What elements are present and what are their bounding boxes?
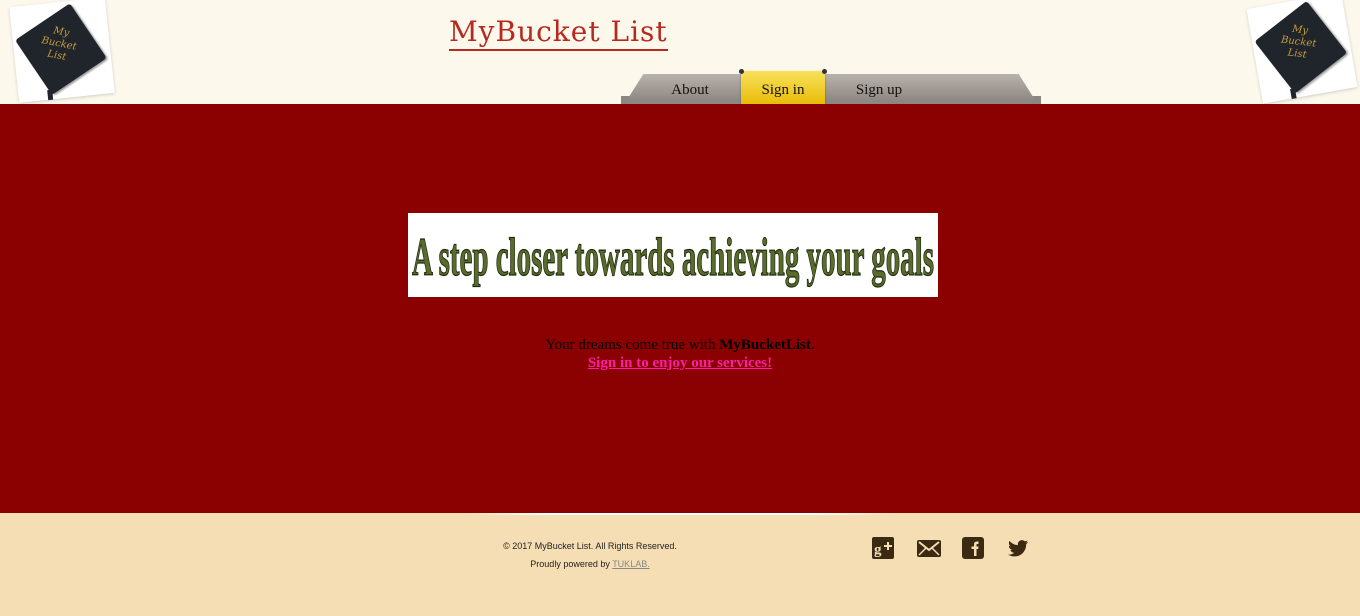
- mail-icon[interactable]: [917, 537, 941, 559]
- slogan-banner-art: A step closer towards achieving your goa…: [411, 226, 934, 287]
- notebook-cover: My Bucket List: [15, 3, 107, 95]
- tagline-brand: MyBucketList: [719, 337, 811, 353]
- nav-sign-in[interactable]: Sign in: [739, 69, 827, 107]
- nav-sign-up[interactable]: Sign up: [849, 75, 909, 105]
- hero-section: A step closer towards achieving your goa…: [0, 104, 1360, 513]
- twitter-icon[interactable]: [1007, 537, 1029, 559]
- nav-about[interactable]: About: [665, 75, 715, 105]
- tagline-suffix: .: [810, 337, 815, 353]
- facebook-icon[interactable]: [962, 537, 984, 559]
- logo-script: My Bucket List: [40, 25, 78, 63]
- svg-text:g: g: [874, 542, 882, 558]
- sign-in-cta-link[interactable]: Sign in to enjoy our services!: [588, 355, 772, 371]
- main-nav: About Sign in Sign up: [621, 69, 1041, 107]
- site-footer: © 2017 MyBucket List. All Rights Reserve…: [0, 513, 1360, 616]
- slogan-text: A step closer towards achieving your goa…: [412, 227, 934, 287]
- powered-by-prefix: Proudly powered by: [530, 559, 613, 569]
- tagline-prefix: Your dreams come true with: [545, 337, 720, 353]
- slogan-banner: A step closer towards achieving your goa…: [408, 213, 938, 297]
- copyright-text: © 2017 MyBucket List. All Rights Reserve…: [503, 541, 677, 551]
- logo-notebook-right[interactable]: My Bucket List: [1246, 0, 1358, 104]
- google-plus-icon[interactable]: g: [872, 537, 894, 559]
- powered-by: Proudly powered by TUKLAB.: [440, 559, 740, 569]
- tuklab-link[interactable]: TUKLAB.: [612, 559, 650, 569]
- footer-divider: [465, 513, 895, 515]
- logo-notebook-left[interactable]: My Bucket List: [9, 0, 115, 103]
- cta-container: Sign in to enjoy our services!: [0, 354, 1360, 372]
- notebook-cover: My Bucket List: [1254, 0, 1348, 94]
- tagline: Your dreams come true with MyBucketList.: [0, 336, 1360, 354]
- site-title-link[interactable]: MyBucket List: [449, 16, 668, 51]
- site-header: My Bucket List MyBucket List About Sign …: [0, 0, 1360, 107]
- logo-script: My Bucket List: [1280, 23, 1317, 61]
